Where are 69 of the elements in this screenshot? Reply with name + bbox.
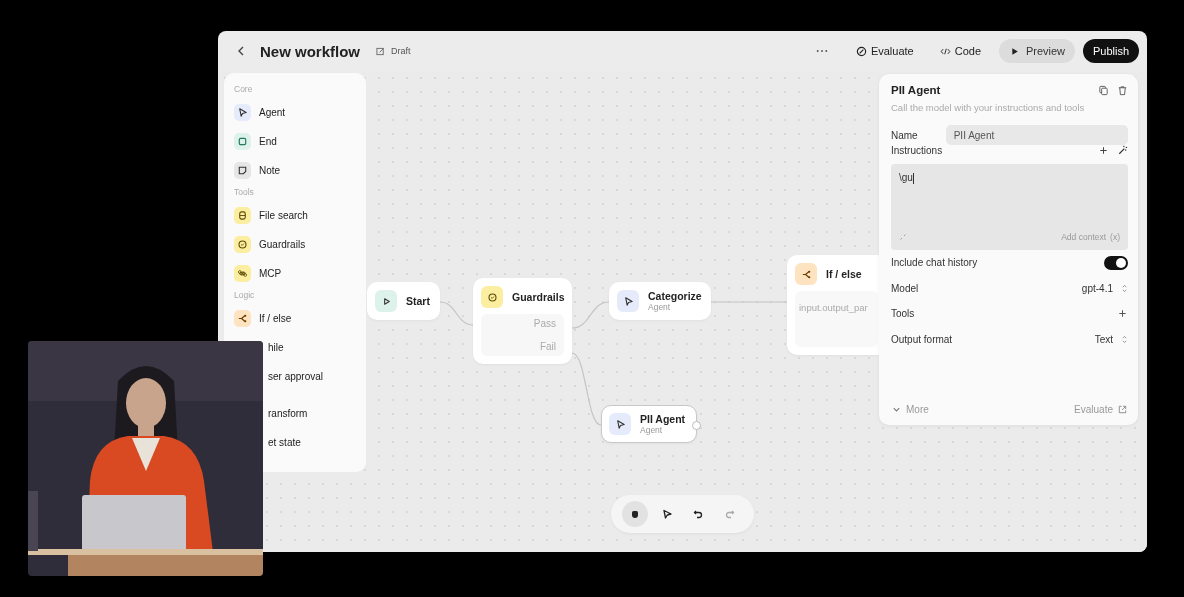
branch-icon [800, 268, 812, 280]
draft-label: Draft [391, 46, 411, 56]
edge-connector [571, 301, 610, 329]
redo-icon [724, 508, 737, 520]
copy-icon[interactable] [1098, 84, 1109, 96]
node-title: Guardrails [512, 291, 565, 303]
palette-item[interactable]: Note [259, 165, 281, 176]
cursor-icon [622, 295, 634, 307]
node-title: Start [406, 295, 430, 307]
node-subtitle: Agent [648, 302, 672, 312]
trash-icon[interactable] [1117, 84, 1128, 96]
if-else-node[interactable]: If / else input.output_par [787, 255, 879, 355]
field-label: Name [891, 129, 918, 141]
condition-text: input.output_par [799, 302, 868, 313]
node-title: If / else [826, 268, 862, 280]
start-node[interactable]: Start [367, 282, 440, 320]
evaluate-button[interactable]: Evaluate [847, 41, 922, 61]
section-label: Core [234, 84, 254, 96]
compass-icon [855, 45, 867, 57]
instructions-text: \gu [899, 172, 915, 186]
section-label: Logic [234, 290, 256, 302]
select-value[interactable]: Text [1094, 333, 1113, 345]
output-label: Fail [539, 341, 556, 352]
setting-label: Tools [891, 308, 915, 320]
palette-item[interactable]: File search [259, 210, 308, 221]
section-label: Tools [234, 187, 255, 199]
cursor-icon [660, 508, 673, 520]
connection-handle[interactable] [692, 421, 701, 430]
code-button[interactable]: Code [931, 41, 989, 61]
setting-label: Output format [891, 333, 953, 345]
updown-icon[interactable] [1121, 282, 1128, 294]
panel-title: PII Agent [891, 84, 941, 96]
node-title: PII Agent [640, 413, 686, 425]
setting-label: Model [891, 282, 919, 294]
publish-button[interactable]: Publish [1083, 39, 1139, 63]
wand-icon[interactable] [1117, 145, 1128, 156]
node-subtitle: Agent [640, 425, 664, 435]
palette-item[interactable]: If / else [259, 313, 292, 324]
output-label: Pass [533, 318, 556, 329]
more-icon[interactable] [815, 49, 828, 53]
cursor-icon [614, 418, 626, 430]
palette-item[interactable]: Guardrails [259, 239, 306, 250]
preview-button[interactable]: Preview [999, 39, 1075, 63]
name-field[interactable]: PII Agent [945, 125, 1128, 145]
palette-item[interactable]: MCP [259, 268, 282, 279]
plus-icon[interactable] [1098, 145, 1109, 156]
back-icon[interactable] [236, 45, 246, 57]
node-title: Categorize [648, 290, 702, 302]
undo-icon [692, 508, 705, 520]
palette-item[interactable]: hile [268, 342, 284, 353]
field-label: Instructions [891, 145, 943, 156]
guardrails-node[interactable]: Guardrails Pass Fail [473, 278, 572, 364]
updown-icon[interactable] [1121, 333, 1128, 345]
external-link-icon[interactable] [1117, 404, 1128, 415]
panel-description: Call the model with your instructions and tools [891, 102, 1086, 113]
palette-item[interactable]: et state [268, 437, 301, 448]
palette-item[interactable]: End [259, 136, 277, 147]
hand-tool-button[interactable] [621, 501, 648, 527]
palette-item[interactable]: ser approval [268, 371, 324, 382]
edit-icon [376, 46, 385, 56]
palette-item[interactable]: Agent [259, 107, 286, 118]
palette-item[interactable]: ransform [268, 408, 308, 419]
setting-label: Include chat history [891, 257, 978, 269]
select-value[interactable]: gpt-4.1 [1081, 282, 1113, 294]
edge-connector [439, 301, 474, 326]
workflow-title: New workflow [260, 42, 360, 60]
plus-icon[interactable] [1117, 308, 1128, 320]
agent-node[interactable]: Categorize Agent [609, 282, 711, 320]
toggle-switch[interactable] [1104, 255, 1128, 270]
